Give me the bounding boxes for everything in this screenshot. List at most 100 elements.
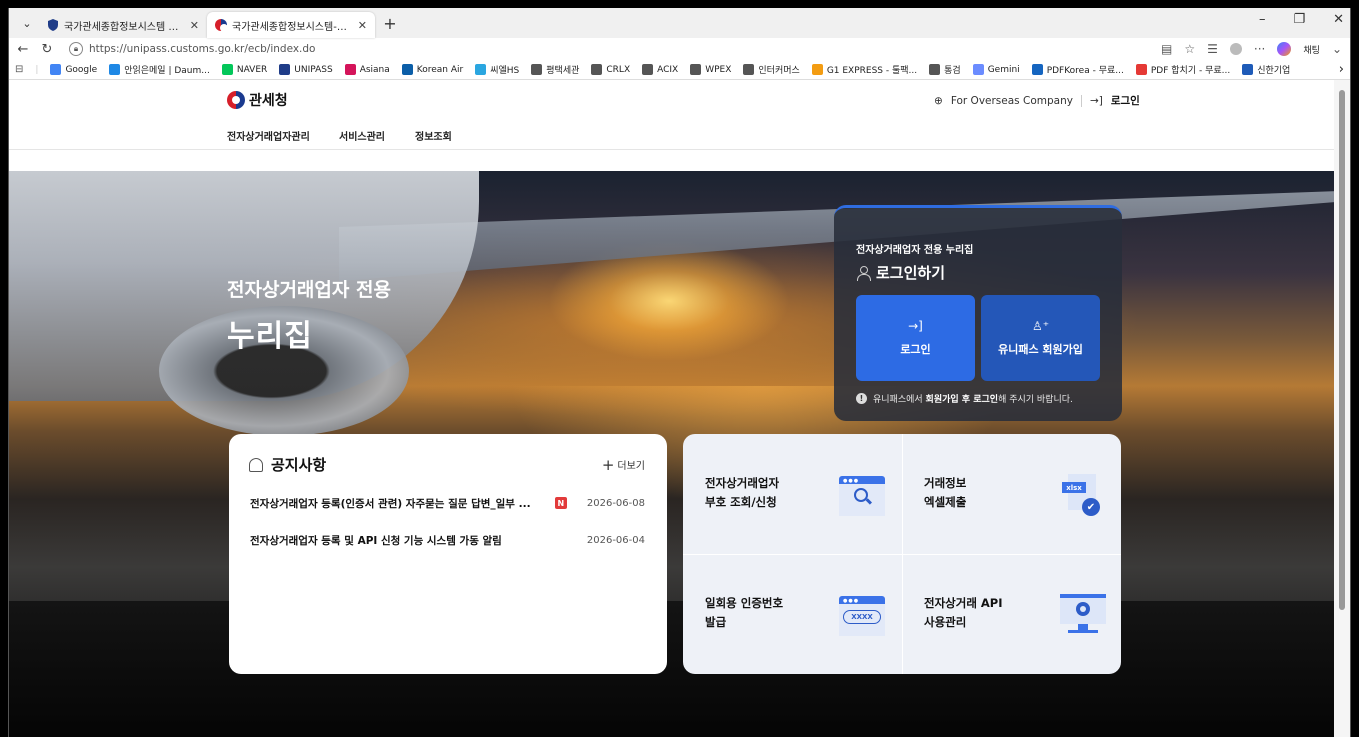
tab-strip: ⌄ 국가관세종합정보시스템 서비스 ✕ 국가관세종합정보시스템-전자상거래 ✕ … — [9, 8, 1350, 38]
bookmark-item[interactable]: 안읽은메일 | Daum... — [109, 63, 210, 76]
bookmark-item[interactable]: NAVER — [221, 64, 268, 75]
add-user-icon: ♙⁺ — [1031, 319, 1050, 333]
otp-browser-icon: ●●● XXXX — [839, 596, 885, 636]
search-browser-icon: ●●● — [839, 476, 885, 516]
login-heading-text: 로그인하기 — [876, 264, 946, 282]
bookmark-favicon-icon — [279, 64, 291, 75]
copilot-icon[interactable] — [1277, 42, 1292, 56]
bookmark-item[interactable]: PDF 합치기 - 무료... — [1135, 63, 1231, 76]
unipass-signup-button[interactable]: ♙⁺ 유니패스 회원가입 — [981, 295, 1100, 381]
bookmark-item[interactable]: 평택세관 — [531, 63, 579, 76]
service-label: 거래정보 엑셀제출 — [924, 476, 967, 509]
tab-title: 국가관세종합정보시스템-전자상거래 — [232, 21, 353, 33]
login-panel-subtitle: 전자상거래업자 전용 누리집 — [856, 245, 974, 256]
info-icon: ! — [856, 393, 867, 404]
bookmark-favicon-icon — [743, 64, 755, 75]
bookmark-item[interactable]: UNIPASS — [279, 64, 333, 75]
chevron-down-icon[interactable]: ⌄ — [1332, 42, 1342, 56]
bookmark-label: CRLX — [606, 64, 631, 75]
bookmark-label: 안읽은메일 | Daum... — [124, 66, 210, 76]
apps-icon[interactable]: ⊟ — [15, 64, 23, 75]
bookmark-item[interactable]: WPEX — [690, 64, 731, 75]
refresh-icon[interactable]: ↻ — [41, 42, 53, 57]
hero-banner: 전자상거래업자 전용 누리집 전자상거래업자 전용 누리집 로그인하기 →] 로… — [9, 171, 1336, 737]
nav-item-service-management[interactable]: 서비스관리 — [339, 128, 385, 143]
person-icon — [856, 265, 871, 281]
bookmark-label: PDF 합치기 - 무료... — [1150, 66, 1231, 76]
nav-item-info-lookup[interactable]: 정보조회 — [415, 128, 452, 143]
notice-title: 공지사항 — [249, 454, 326, 475]
window-controls: – ❐ ✕ — [1259, 12, 1344, 27]
chat-label[interactable]: 채팅 — [1303, 43, 1320, 56]
bookmark-favicon-icon — [1031, 64, 1043, 75]
notice-item-date: 2026-06-08 — [586, 497, 645, 509]
bookmark-favicon-icon — [344, 64, 356, 75]
favorites-list-icon[interactable]: ☰ — [1207, 42, 1218, 56]
bookmark-label: UNIPASS — [294, 64, 333, 75]
browser-tab-2[interactable]: 국가관세종합정보시스템-전자상거래 ✕ — [207, 12, 375, 38]
reader-view-icon[interactable]: ▤ — [1161, 42, 1172, 56]
bookmark-label: 통검 — [944, 66, 961, 76]
page-scrollbar[interactable] — [1334, 80, 1350, 737]
notice-more-link[interactable]: + 더보기 — [602, 457, 645, 472]
tab-actions-chevron-icon[interactable]: ⌄ — [15, 11, 39, 35]
bookmark-item[interactable]: Google — [50, 64, 97, 75]
bookmark-item[interactable]: CRLX — [591, 64, 630, 75]
service-otp-issue[interactable]: 일회용 인증번호 발급 ●●● XXXX — [683, 554, 902, 674]
hero-title-line1: 전자상거래업자 전용 — [227, 279, 391, 301]
bookmark-label: NAVER — [236, 64, 268, 75]
notice-item[interactable]: 전자상거래업자 등록(인증서 관련) 자주묻는 질문 답변_일부 ... N 2… — [250, 494, 645, 512]
new-tab-plus-icon[interactable]: + — [379, 14, 401, 33]
login-notice: ! 유니패스에서 회원가입 후 로그인해 주시기 바랍니다. — [856, 392, 1073, 405]
site-logo[interactable]: 관세청 — [227, 90, 288, 110]
scrollbar-thumb[interactable] — [1339, 90, 1345, 610]
favorite-star-icon[interactable]: ☆ — [1184, 42, 1195, 56]
bookmark-item[interactable]: Gemini — [972, 64, 1020, 75]
notice-card: 공지사항 + 더보기 전자상거래업자 등록(인증서 관련) 자주묻는 질문 답변… — [229, 434, 667, 674]
service-excel-submit[interactable]: 거래정보 엑셀제출 xlsx ✔ — [902, 434, 1121, 554]
service-code-lookup[interactable]: 전자상거래업자 부호 조회/신청 ●●● — [683, 434, 902, 554]
overseas-company-link[interactable]: For Overseas Company — [951, 95, 1073, 107]
bookmark-item[interactable]: 씨엘HS — [475, 63, 519, 76]
bookmark-favicon-icon — [109, 64, 121, 75]
browser-tab-1[interactable]: 국가관세종합정보시스템 서비스 ✕ — [39, 12, 207, 38]
bookmark-item[interactable]: Asiana — [344, 64, 390, 75]
bookmark-label: 신한기업 — [1257, 66, 1291, 76]
tab-close-icon[interactable]: ✕ — [190, 19, 199, 32]
site-info-lock-icon[interactable]: 🔒︎ — [69, 42, 83, 56]
minimize-icon[interactable]: – — [1259, 12, 1266, 27]
login-panel-heading: 로그인하기 — [856, 262, 945, 283]
plus-icon: + — [601, 455, 615, 474]
global-nav: 전자상거래업자관리 서비스관리 정보조회 — [9, 122, 1336, 150]
header-login-link[interactable]: 로그인 — [1111, 93, 1140, 108]
nav-item-ecommerce-management[interactable]: 전자상거래업자관리 — [227, 128, 310, 143]
url-text: https://unipass.customs.go.kr/ecb/index.… — [89, 43, 316, 55]
more-menu-icon[interactable]: ··· — [1254, 42, 1265, 56]
restore-icon[interactable]: ❐ — [1293, 12, 1305, 27]
bookmark-label: Korean Air — [416, 64, 464, 75]
bookmark-item[interactable]: PDFKorea - 무료... — [1031, 63, 1124, 76]
notice-item[interactable]: 전자상거래업자 등록 및 API 신청 기능 시스템 가동 알림 2026-06… — [250, 531, 645, 549]
profile-avatar-icon[interactable] — [1229, 43, 1242, 55]
login-panel: 전자상거래업자 전용 누리집 로그인하기 →] 로그인 ♙⁺ 유니패스 회원가입… — [834, 205, 1122, 421]
service-api-management[interactable]: 전자상거래 API 사용관리 — [902, 554, 1121, 674]
bookmark-item[interactable]: ACIX — [642, 64, 678, 75]
bookmark-item[interactable]: 신한기업 — [1242, 63, 1290, 76]
close-window-icon[interactable]: ✕ — [1333, 12, 1344, 27]
bookmark-item[interactable]: 통검 — [929, 63, 961, 76]
web-page: 관세청 ⊕ For Overseas Company →] 로그인 전자상거래업… — [9, 80, 1336, 737]
bookmark-label: 인터커머스 — [758, 66, 800, 76]
bookmark-item[interactable]: Korean Air — [401, 64, 464, 75]
bookmarks-overflow-chevron-icon[interactable]: › — [1339, 62, 1344, 77]
url-field[interactable]: 🔒︎ https://unipass.customs.go.kr/ecb/ind… — [65, 39, 1150, 59]
tab-close-icon[interactable]: ✕ — [358, 19, 367, 32]
customs-logo-icon — [227, 91, 245, 109]
bookmarks-bar: ⊟ | Google 안읽은메일 | Daum... NAVER UNIPASS Asi… — [9, 60, 1350, 80]
more-label: 더보기 — [617, 461, 645, 472]
bookmark-label: ACIX — [657, 64, 679, 75]
login-button[interactable]: →] 로그인 — [856, 295, 975, 381]
back-arrow-icon[interactable]: ← — [17, 42, 29, 57]
toolbar-icons: ▤ ☆ ☰ ··· 채팅 ⌄ — [1161, 42, 1342, 56]
bookmark-item[interactable]: G1 EXPRESS - 툴팩... — [811, 63, 917, 76]
bookmark-item[interactable]: 인터커머스 — [743, 63, 800, 76]
